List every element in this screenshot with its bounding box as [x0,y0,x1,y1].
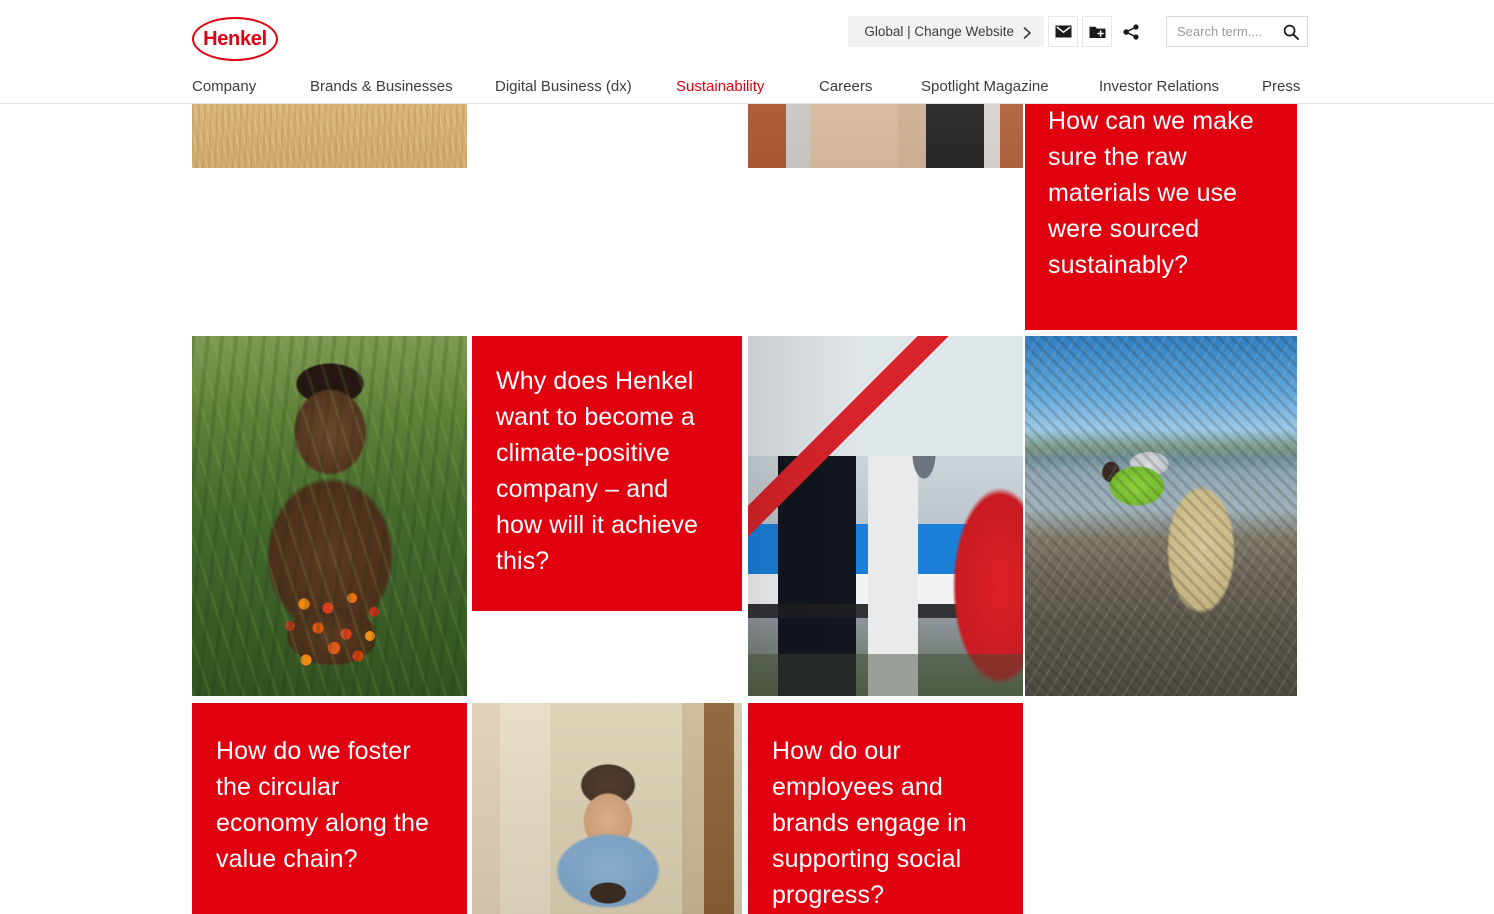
search-icon[interactable] [1283,24,1299,40]
logo-text: Henkel [203,28,267,50]
utility-bar: Global | Change Website [848,16,1308,47]
search-input[interactable] [1177,24,1283,39]
tile-question-climate-positive[interactable]: Why does Henkel want to become a climate… [472,336,742,611]
nav-item-press[interactable]: Press [1262,74,1300,100]
search-box[interactable] [1166,16,1308,47]
chevron-right-icon [1023,27,1032,39]
main-navigation: Company Brands & Businesses Digital Busi… [192,74,1312,100]
region-switcher-label: Global | Change Website [864,24,1014,39]
share-icon-button[interactable] [1116,16,1146,47]
tile-question-text: How do our employees and brands engage i… [772,737,967,909]
tile-image-factory-worker[interactable] [748,336,1023,696]
tile-image-palm-fruit-farmer[interactable] [192,336,467,696]
tile-image-woman-with-child[interactable] [472,703,742,914]
tile-question-text: How can we make sure the raw materials w… [1048,107,1254,279]
henkel-logo[interactable]: Henkel [192,17,278,61]
nav-item-sustainability[interactable]: Sustainability [676,74,819,100]
tile-question-circular-economy[interactable]: How do we foster the circular economy al… [192,703,467,914]
tile-question-text: How do we foster the circular economy al… [216,737,429,873]
mail-icon [1055,25,1072,38]
mail-icon-button[interactable] [1048,16,1078,47]
tile-question-text: Why does Henkel want to become a climate… [496,367,698,575]
tile-question-social-progress[interactable]: How do our employees and brands engage i… [748,703,1023,914]
page-root: Henkel Global | Change Website Search te… [0,0,1494,914]
add-to-collection-icon [1089,25,1106,39]
nav-item-company[interactable]: Company [192,74,310,100]
region-switcher[interactable]: Global | Change Website [848,16,1044,47]
tile-image-beach-cleanup[interactable] [1025,336,1297,696]
nav-item-brands-businesses[interactable]: Brands & Businesses [310,74,495,100]
add-to-collection-icon-button[interactable] [1082,16,1112,47]
nav-item-careers[interactable]: Careers [819,74,921,100]
nav-item-spotlight-magazine[interactable]: Spotlight Magazine [921,74,1099,100]
site-header: Henkel Global | Change Website Search te… [0,0,1494,104]
share-icon [1122,23,1140,40]
nav-item-investor-relations[interactable]: Investor Relations [1099,74,1262,100]
nav-item-digital-business[interactable]: Digital Business (dx) [495,74,676,100]
